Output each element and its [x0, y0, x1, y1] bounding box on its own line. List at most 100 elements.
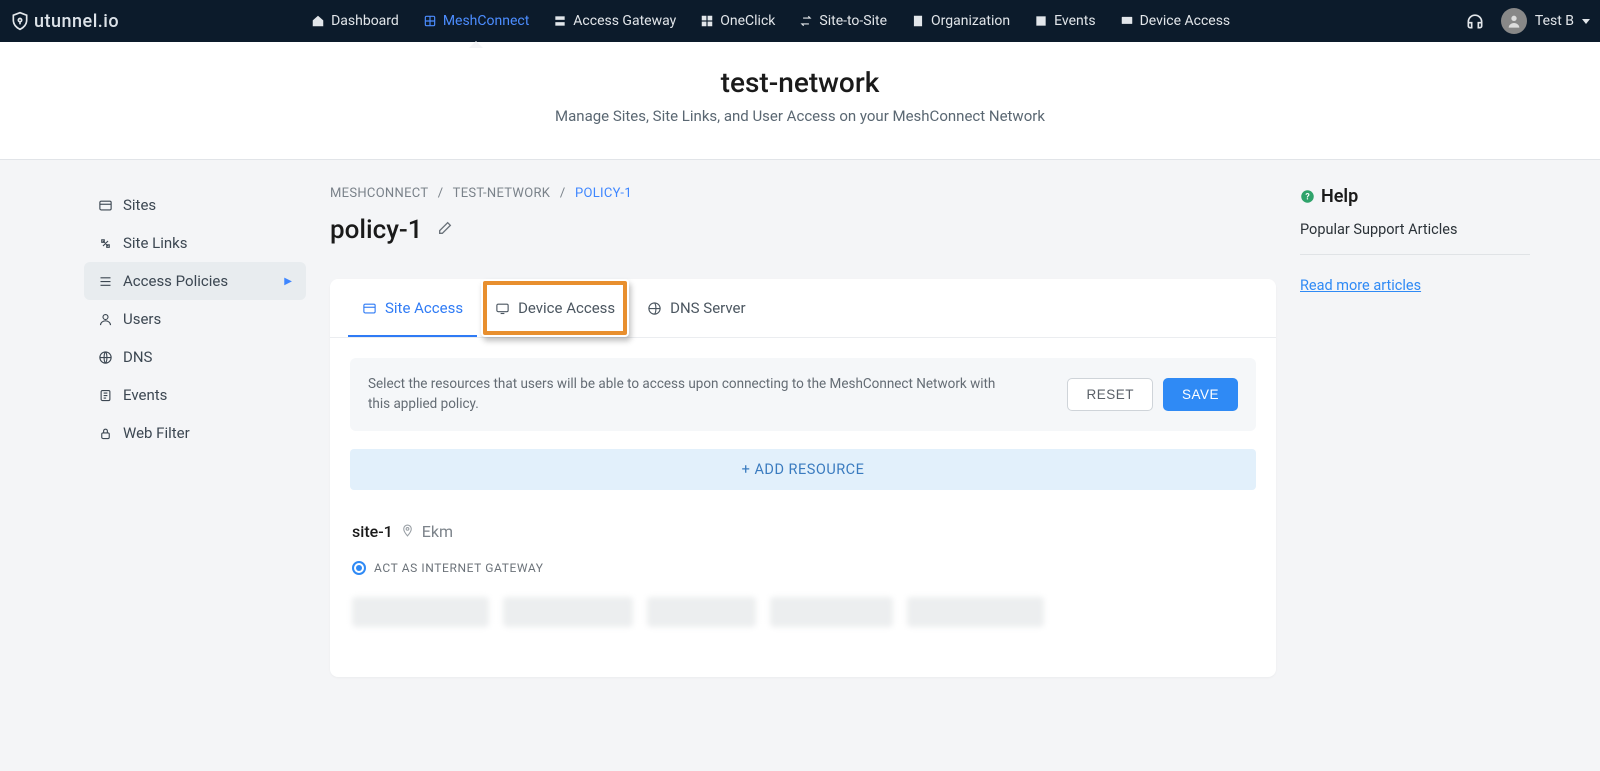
help-column: ? Help Popular Support Articles Read mor… — [1300, 186, 1530, 294]
breadcrumb: MESHCONNECT / TEST-NETWORK / POLICY-1 — [330, 186, 1276, 201]
nav-dashboard[interactable]: Dashboard — [299, 0, 411, 42]
server-icon — [553, 14, 567, 28]
help-title: Help — [1321, 186, 1358, 207]
nav-site-to-site[interactable]: Site-to-Site — [787, 0, 899, 42]
list-icon — [1034, 14, 1048, 28]
chevron-right-icon: ▶ — [284, 276, 292, 287]
support-icon[interactable] — [1465, 11, 1485, 31]
events-icon — [98, 388, 113, 403]
tab-site-access-label: Site Access — [385, 299, 463, 317]
sidebar-sites[interactable]: Sites — [84, 186, 306, 224]
nav-events[interactable]: Events — [1022, 0, 1107, 42]
page-banner: test-network Manage Sites, Site Links, a… — [0, 42, 1600, 160]
building-icon — [911, 14, 925, 28]
resource-chip[interactable]: 172.16.0.0/20 — [770, 597, 893, 627]
resource-chip[interactable]: 192.168.0.0/22 — [503, 597, 633, 627]
sidebar-access-policies[interactable]: Access Policies ▶ — [84, 262, 306, 300]
grid-icon — [700, 14, 714, 28]
globe-icon — [98, 350, 113, 365]
nav-meshconnect[interactable]: MeshConnect — [411, 0, 541, 42]
links-icon — [98, 236, 113, 251]
igw-label: ACT AS INTERNET GATEWAY — [374, 561, 544, 575]
banner-title: test-network — [0, 66, 1600, 99]
nav-device-access-label: Device Access — [1140, 13, 1231, 29]
nav-events-label: Events — [1054, 13, 1095, 29]
nav-dashboard-label: Dashboard — [331, 13, 399, 29]
tab-site-access[interactable]: Site Access — [348, 279, 477, 337]
save-button[interactable]: SAVE — [1163, 378, 1238, 411]
user-name: Test B — [1535, 13, 1574, 29]
info-text: Select the resources that users will be … — [368, 374, 1008, 415]
tab-device-access[interactable]: Device Access — [481, 279, 629, 337]
sidebar-events[interactable]: Events — [84, 376, 306, 414]
swap-icon — [799, 14, 813, 28]
nav-items: Dashboard MeshConnect Access Gateway One… — [299, 0, 1242, 42]
nav-organization-label: Organization — [931, 13, 1010, 29]
sidebar-dns-label: DNS — [123, 348, 152, 366]
sidebar-sites-label: Sites — [123, 196, 156, 214]
crumb-current: POLICY-1 — [575, 186, 632, 201]
tab-dns-server[interactable]: DNS Server — [633, 279, 759, 337]
resource-chip[interactable]: 192.168.40.0/24 — [907, 597, 1044, 627]
home-icon — [311, 14, 325, 28]
nav-oneclick[interactable]: OneClick — [688, 0, 787, 42]
tabs: Site Access Device Access DNS Server — [330, 279, 1276, 338]
dns-server-icon — [647, 301, 662, 316]
page-title: policy-1 — [330, 215, 423, 245]
nav-site-to-site-label: Site-to-Site — [819, 13, 887, 29]
sidebar: Sites Site Links Access Policies ▶ Users… — [84, 186, 306, 452]
sidebar-events-label: Events — [123, 386, 167, 404]
info-bar: Select the resources that users will be … — [350, 358, 1256, 431]
help-subtitle: Popular Support Articles — [1300, 221, 1530, 238]
reset-button[interactable]: RESET — [1067, 378, 1153, 411]
sites-icon — [98, 198, 113, 213]
sidebar-access-policies-label: Access Policies — [123, 272, 228, 290]
sidebar-web-filter[interactable]: Web Filter — [84, 414, 306, 452]
resource-chip[interactable]: 192.168.10.0/24 — [352, 597, 489, 627]
add-resource-button[interactable]: + ADD RESOURCE — [350, 449, 1256, 490]
policies-icon — [98, 274, 113, 289]
avatar-icon — [1501, 8, 1527, 34]
sidebar-dns[interactable]: DNS — [84, 338, 306, 376]
nav-access-gateway[interactable]: Access Gateway — [541, 0, 688, 42]
nav-device-access[interactable]: Device Access — [1108, 0, 1243, 42]
crumb-test-network[interactable]: TEST-NETWORK — [453, 186, 551, 201]
divider — [1300, 254, 1530, 255]
policy-card: Site Access Device Access DNS Server Sel… — [330, 279, 1276, 677]
tab-dns-server-label: DNS Server — [670, 299, 745, 317]
tab-device-access-label: Device Access — [518, 299, 615, 317]
help-icon: ? — [1300, 189, 1315, 204]
site-location: Ekm — [422, 522, 453, 541]
brand-text: utunnel.io — [34, 11, 119, 32]
chevron-down-icon — [1582, 19, 1590, 24]
resource-chips: 192.168.10.0/24 192.168.0.0/22 10.0.0.0/… — [352, 597, 1254, 627]
user-menu[interactable]: Test B — [1501, 8, 1590, 34]
edit-icon[interactable] — [437, 220, 453, 240]
site-name: site-1 — [352, 522, 393, 541]
site-access-icon — [362, 301, 377, 316]
main-content: MESHCONNECT / TEST-NETWORK / POLICY-1 po… — [330, 186, 1276, 677]
top-nav: utunnel.io Dashboard MeshConnect Access … — [0, 0, 1600, 42]
location-icon — [401, 522, 414, 541]
nav-access-gateway-label: Access Gateway — [573, 13, 676, 29]
svg-text:?: ? — [1305, 193, 1310, 203]
brand-logo[interactable]: utunnel.io — [10, 11, 119, 32]
internet-gateway-option[interactable]: ACT AS INTERNET GATEWAY — [352, 561, 1254, 575]
user-icon — [98, 312, 113, 327]
sidebar-users[interactable]: Users — [84, 300, 306, 338]
sidebar-site-links[interactable]: Site Links — [84, 224, 306, 262]
crumb-meshconnect[interactable]: MESHCONNECT — [330, 186, 428, 201]
sidebar-users-label: Users — [123, 310, 161, 328]
lock-icon — [98, 426, 113, 441]
read-more-link[interactable]: Read more articles — [1300, 277, 1421, 294]
nav-meshconnect-label: MeshConnect — [443, 13, 529, 29]
nav-organization[interactable]: Organization — [899, 0, 1022, 42]
device-access-icon — [495, 301, 510, 316]
mesh-icon — [423, 14, 437, 28]
device-icon — [1120, 14, 1134, 28]
resource-chip[interactable]: 10.0.0.0/24 — [647, 597, 757, 627]
radio-on-icon — [352, 561, 366, 575]
sidebar-web-filter-label: Web Filter — [123, 424, 190, 442]
sidebar-site-links-label: Site Links — [123, 234, 188, 252]
nav-oneclick-label: OneClick — [720, 13, 775, 29]
